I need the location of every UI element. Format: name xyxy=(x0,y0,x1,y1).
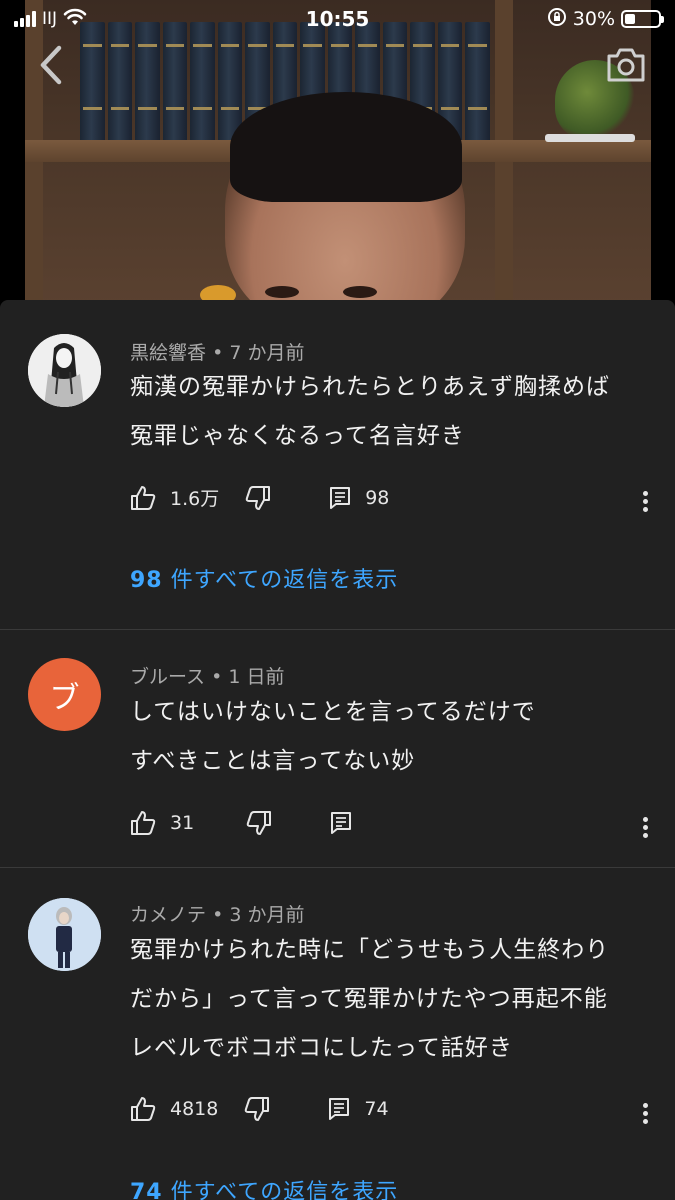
comment-meta: ブルース • 1 日前 xyxy=(130,662,285,689)
replies-link-text: 件すべての返信を表示 xyxy=(170,1180,399,1200)
more-options-icon[interactable] xyxy=(641,488,649,515)
comment-author[interactable]: カメノテ xyxy=(130,904,206,926)
comment-actions: 31 xyxy=(130,810,352,836)
like-button[interactable]: 1.6万 xyxy=(130,484,219,511)
comments-sheet[interactable]: 黒絵響香 • 7 か月前 痴漢の冤罪かけられたらとりあえず胸揉めば 冤罪じゃなく… xyxy=(0,300,675,1200)
view-replies-link[interactable]: 74 件すべての返信を表示 xyxy=(130,1174,398,1200)
reply-button[interactable]: 98 xyxy=(329,486,389,510)
reply-button[interactable]: 74 xyxy=(328,1097,389,1121)
comment-text-line: 冤罪かけられた時に「どうせもう人生終わり xyxy=(130,937,610,963)
avatar[interactable] xyxy=(28,898,101,971)
meta-separator: • xyxy=(212,342,224,364)
plant-pot xyxy=(545,134,635,142)
thumbs-up-icon xyxy=(130,1096,156,1122)
replies-link-text: 件すべての返信を表示 xyxy=(170,568,399,593)
comment-meta: カメノテ • 3 か月前 xyxy=(130,900,304,927)
like-count: 4818 xyxy=(170,1098,219,1120)
wifi-icon xyxy=(63,8,87,31)
reply-count: 98 xyxy=(365,486,390,509)
comment-icon xyxy=(330,811,352,835)
comment-actions: 1.6万 98 xyxy=(130,484,389,511)
video-frame xyxy=(25,0,651,305)
dislike-button[interactable] xyxy=(244,1096,270,1122)
comment-item: 黒絵響香 • 7 か月前 痴漢の冤罪かけられたらとりあえず胸揉めば 冤罪じゃなく… xyxy=(0,300,675,630)
comment-time: 7 か月前 xyxy=(229,342,305,364)
person-eye xyxy=(343,286,377,298)
avatar[interactable] xyxy=(28,334,101,407)
person-hair xyxy=(230,92,462,202)
comment-text-line: レベルでボコボコにしたって話好き xyxy=(130,1035,513,1061)
camera-icon xyxy=(607,48,645,82)
more-options-icon[interactable] xyxy=(641,1100,649,1127)
comment-text: 冤罪かけられた時に「どうせもう人生終わり だから」って言って冤罪かけたやつ再起不… xyxy=(130,926,609,1073)
comment-item: ブ ブルース • 1 日前 してはいけないことを言ってるだけで すべきことは言っ… xyxy=(0,630,675,868)
comment-text-line: してはいけないことを言ってるだけで xyxy=(130,699,536,725)
like-count: 1.6万 xyxy=(170,488,220,510)
comment-icon xyxy=(328,1097,350,1121)
avatar-letter: ブ xyxy=(49,680,80,716)
thumbs-up-icon xyxy=(130,485,156,511)
comment-text-line: 冤罪じゃなくなるって名言好き xyxy=(130,423,465,449)
like-button[interactable]: 31 xyxy=(130,810,194,836)
comment-meta: 黒絵響香 • 7 か月前 xyxy=(130,338,304,365)
carrier-name: IIJ xyxy=(42,9,58,29)
orientation-lock-icon xyxy=(547,7,567,32)
comment-text-line: 痴漢の冤罪かけられたらとりあえず胸揉めば xyxy=(130,374,610,400)
dislike-button[interactable] xyxy=(245,485,271,511)
battery-icon xyxy=(621,10,664,28)
chevron-left-icon xyxy=(40,45,62,85)
reply-button[interactable] xyxy=(330,811,352,835)
comment-item: カメノテ • 3 か月前 冤罪かけられた時に「どうせもう人生終わり だから」って… xyxy=(0,868,675,1200)
clock: 10:55 xyxy=(305,7,370,31)
thumbs-up-icon xyxy=(130,810,156,836)
back-button[interactable] xyxy=(34,42,68,88)
replies-link-count: 74 xyxy=(130,1180,163,1200)
person-eye xyxy=(265,286,299,298)
comment-author[interactable]: 黒絵響香 xyxy=(130,342,206,364)
comment-text-line: だから」って言って冤罪かけたやつ再起不能 xyxy=(130,986,608,1012)
comment-text: 痴漢の冤罪かけられたらとりあえず胸揉めば 冤罪じゃなくなるって名言好き xyxy=(130,363,610,461)
avatar[interactable]: ブ xyxy=(28,658,101,731)
video-player[interactable] xyxy=(0,0,675,305)
battery-percent: 30% xyxy=(572,8,615,30)
thumbs-down-icon xyxy=(246,810,272,836)
more-options-icon[interactable] xyxy=(641,814,649,841)
comment-text: してはいけないことを言ってるだけで すべきことは言ってない妙 xyxy=(130,688,536,786)
signal-strength-icon xyxy=(14,11,36,27)
comment-time: 1 日前 xyxy=(228,666,285,688)
meta-separator: • xyxy=(211,666,223,688)
camera-button[interactable] xyxy=(605,46,647,84)
reply-count: 74 xyxy=(364,1098,389,1120)
status-bar: IIJ 10:55 30% xyxy=(0,0,675,38)
dislike-button[interactable] xyxy=(246,810,272,836)
comment-time: 3 か月前 xyxy=(229,904,305,926)
like-button[interactable]: 4818 xyxy=(130,1096,218,1122)
comment-text-line: すべきことは言ってない妙 xyxy=(130,748,416,774)
thumbs-down-icon xyxy=(245,485,271,511)
comment-actions: 4818 74 xyxy=(130,1096,389,1122)
meta-separator: • xyxy=(212,904,224,926)
replies-link-count: 98 xyxy=(130,568,163,593)
thumbs-down-icon xyxy=(244,1096,270,1122)
comment-author[interactable]: ブルース xyxy=(130,666,205,688)
comment-icon xyxy=(329,486,351,510)
like-count: 31 xyxy=(170,812,195,834)
view-replies-link[interactable]: 98 件すべての返信を表示 xyxy=(130,562,398,594)
